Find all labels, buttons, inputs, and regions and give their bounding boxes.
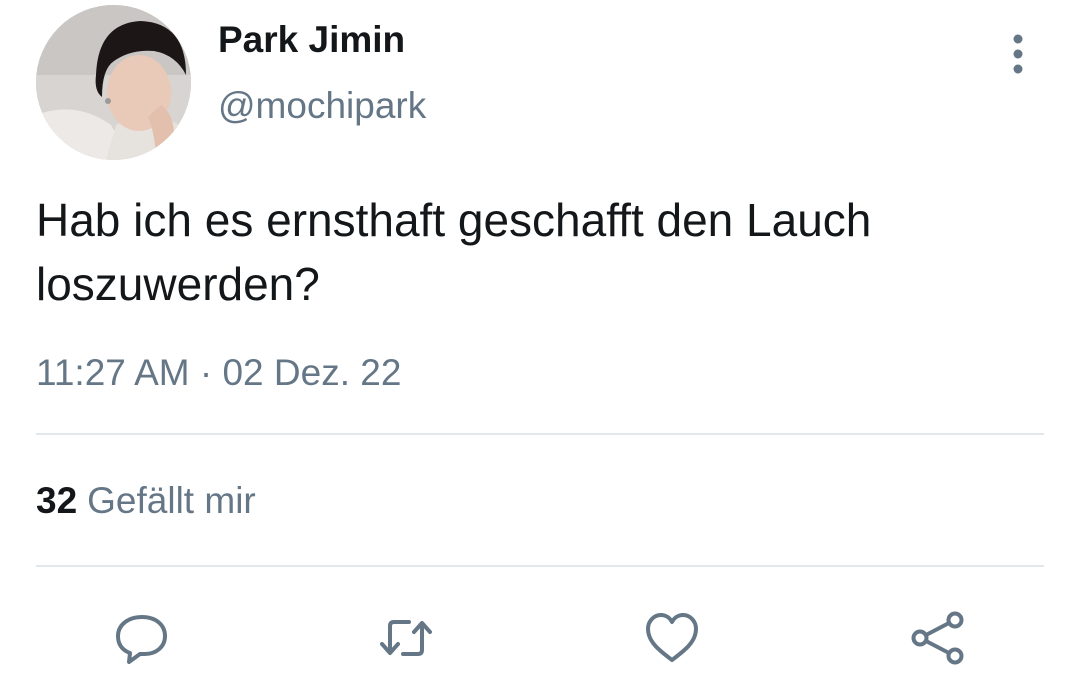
display-name[interactable]: Park Jimin (218, 19, 405, 61)
avatar[interactable] (36, 5, 191, 160)
tweet-timestamp: 11:27 AM · 02 Dez. 22 (36, 352, 402, 393)
like-button[interactable] (642, 608, 702, 668)
likes-stat[interactable]: 32 Gefällt mir (36, 480, 256, 522)
more-vertical-icon (1013, 34, 1023, 74)
divider (36, 433, 1044, 435)
share-icon (911, 611, 964, 665)
retweet-icon (380, 620, 432, 656)
likes-count: 32 (36, 480, 78, 521)
share-button[interactable] (908, 608, 968, 668)
retweet-button[interactable] (376, 608, 436, 668)
profile-photo (36, 5, 191, 160)
heart-icon (646, 613, 698, 662)
reply-icon (116, 615, 167, 664)
more-options-button[interactable] (996, 30, 1040, 80)
divider (36, 565, 1044, 567)
tweet-text: Hab ich es ernsthaft geschafft den Lauch… (36, 194, 872, 310)
reply-button[interactable] (112, 608, 172, 668)
user-handle[interactable]: @mochipark (218, 85, 426, 127)
likes-label: Gefällt mir (87, 480, 256, 521)
